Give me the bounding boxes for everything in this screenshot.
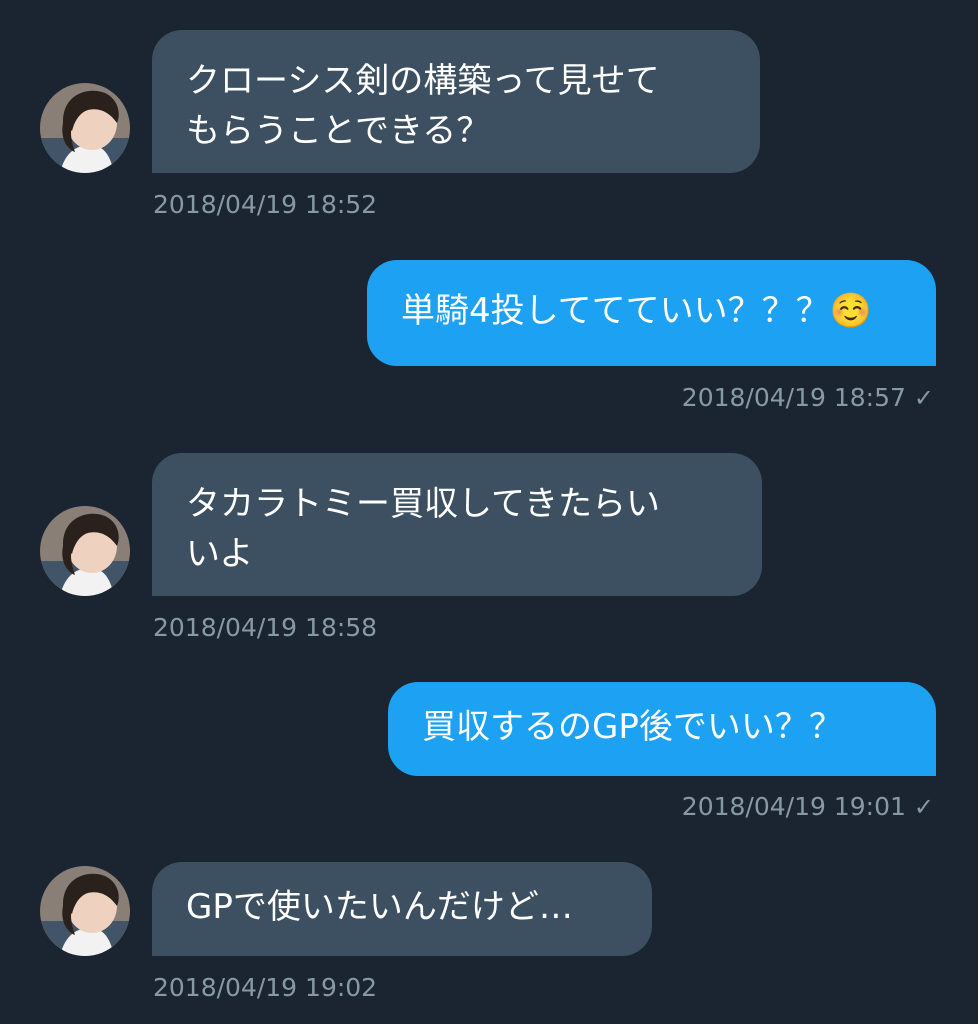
message-thread: クローシス剣の構築って見せて もらうことできる？ 2018/04/19 18:5…	[0, 0, 978, 1024]
check-icon: ✓	[913, 793, 934, 821]
message-timestamp: 2018/04/19 18:52	[153, 190, 378, 219]
check-icon: ✓	[913, 384, 934, 412]
incoming-message-bubble[interactable]: GPで使いたいんだけど…	[152, 862, 652, 956]
avatar-photo-icon	[40, 83, 130, 173]
avatar-photo-icon	[40, 506, 130, 596]
incoming-message-bubble[interactable]: クローシス剣の構築って見せて もらうことできる？	[152, 30, 760, 173]
message-timestamp: 2018/04/19 18:57	[681, 383, 906, 412]
avatar[interactable]	[40, 506, 130, 596]
avatar[interactable]	[40, 866, 130, 956]
avatar[interactable]	[40, 83, 130, 173]
message-timestamp-row: 2018/04/19 19:01 ✓	[682, 792, 934, 822]
message-timestamp: 2018/04/19 19:01	[681, 792, 906, 821]
message-timestamp: 2018/04/19 18:58	[153, 613, 378, 642]
outgoing-message-bubble[interactable]: 単騎4投しててていい？？？☺️	[367, 260, 936, 366]
incoming-message-bubble[interactable]: タカラトミー買収してきたらい いよ	[152, 453, 762, 596]
message-timestamp: 2018/04/19 19:02	[153, 973, 378, 1002]
message-timestamp-row: 2018/04/19 18:57 ✓	[682, 383, 934, 413]
avatar-photo-icon	[40, 866, 130, 956]
outgoing-message-bubble[interactable]: 買収するのGP後でいい？？	[388, 682, 936, 776]
